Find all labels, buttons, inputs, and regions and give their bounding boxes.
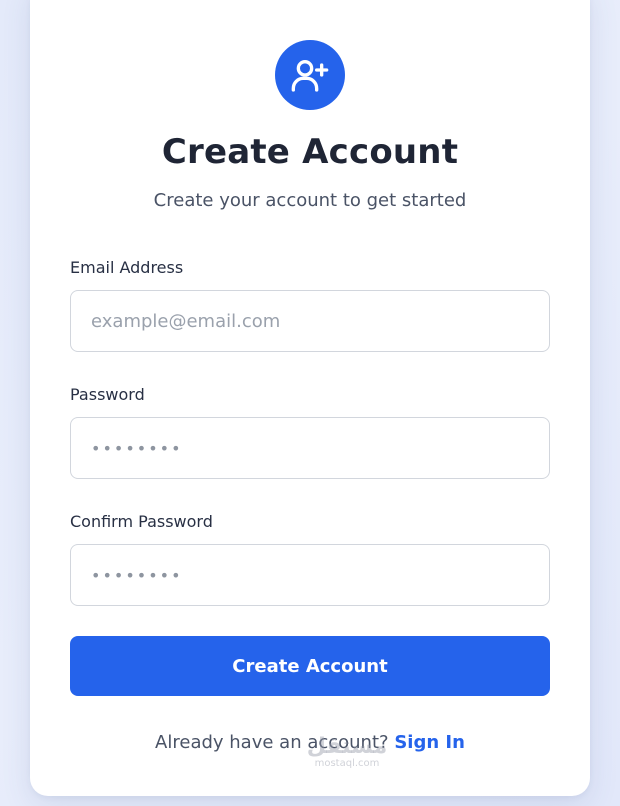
page-subtitle: Create your account to get started: [153, 190, 467, 211]
confirm-password-field[interactable]: ••••••••: [70, 544, 550, 606]
confirm-password-value: ••••••••: [91, 565, 183, 585]
page-title: Create Account: [161, 132, 459, 172]
email-field[interactable]: [70, 290, 550, 352]
signin-prompt-text: Already have an account?: [155, 732, 389, 753]
password-value: ••••••••: [91, 438, 183, 458]
confirm-password-label: Confirm Password: [70, 512, 213, 531]
create-account-button[interactable]: Create Account: [70, 636, 550, 696]
email-label: Email Address: [70, 258, 184, 277]
sign-in-link[interactable]: Sign In: [394, 732, 465, 753]
password-label: Password: [70, 385, 145, 404]
password-field[interactable]: ••••••••: [70, 417, 550, 479]
user-plus-badge: [275, 40, 345, 110]
user-plus-icon: [291, 59, 329, 92]
signin-prompt: Already have an account? Sign In: [30, 732, 590, 753]
signup-card: Create Account Create your account to ge…: [30, 0, 590, 796]
watermark-domain: mostaql.com: [314, 758, 380, 769]
